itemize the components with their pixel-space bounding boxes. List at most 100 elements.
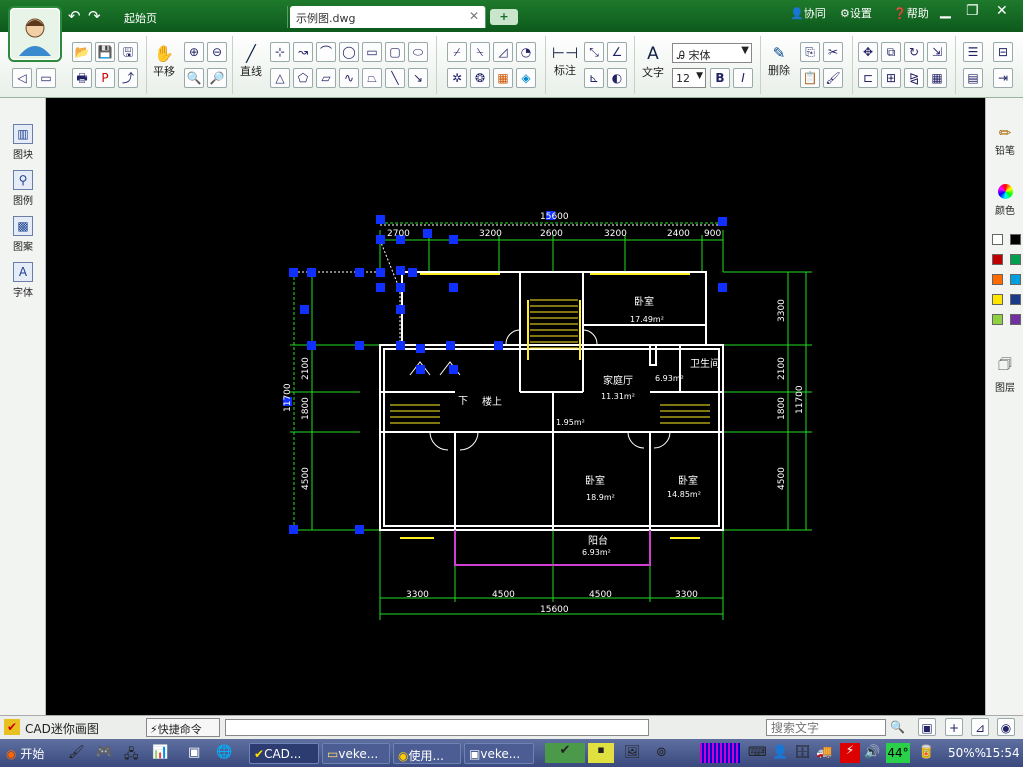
ellipse-icon[interactable]: ⬭ (408, 42, 428, 62)
color-swatch[interactable] (1010, 274, 1021, 285)
brush-app-icon[interactable]: 🖌 (68, 745, 85, 760)
export-icon[interactable]: ⇥ (993, 68, 1013, 88)
brush-icon[interactable]: 🖌 (823, 68, 843, 88)
open-file-icon[interactable]: 📂 (72, 42, 92, 62)
mirror-icon[interactable]: ⧎ (904, 68, 924, 88)
layers-tool[interactable]: 🗇 图层 (990, 354, 1020, 394)
color-tool[interactable]: 颜色 (990, 184, 1020, 217)
parallelogram-icon[interactable]: ▱ (316, 68, 336, 88)
color-swatch[interactable] (992, 314, 1003, 325)
add-icon[interactable]: + (945, 718, 963, 736)
color-swatch[interactable] (1010, 294, 1021, 305)
controller-app-icon[interactable]: 🎮 (96, 745, 112, 760)
tray-person-icon[interactable]: 👤 (772, 745, 788, 760)
italic-button[interactable]: I (733, 68, 753, 88)
selection-grips[interactable] (283, 211, 727, 534)
text-button[interactable]: A 文字 (640, 44, 666, 80)
trapezoid-icon[interactable]: ⏢ (362, 68, 382, 88)
rotate-icon[interactable]: ↻ (904, 42, 924, 62)
tray-truck-icon[interactable]: 🚚 (816, 745, 832, 760)
color-swatch[interactable] (1010, 314, 1021, 325)
line-button[interactable]: ╱ 直线 (238, 44, 264, 79)
polygon-icon[interactable]: ❂ (470, 68, 490, 88)
tray-app-2-icon[interactable]: ▪ (588, 743, 614, 763)
dimension-button[interactable]: ⊢⊣ 标注 (552, 44, 578, 78)
app-avatar[interactable] (8, 6, 62, 62)
rectangle-icon[interactable]: ▭ (362, 42, 382, 62)
table-icon[interactable]: ▤ (963, 68, 983, 88)
tray-power-icon[interactable]: ⚡ (840, 743, 860, 763)
back-nav-icon[interactable]: ◁ (12, 68, 32, 88)
task-cad[interactable]: ✔CAD... (249, 743, 319, 764)
pencil-tool[interactable]: ✏ 铅笔 (990, 124, 1020, 157)
move-icon[interactable]: ✥ (858, 42, 878, 62)
tray-picture-icon[interactable]: 🖼 (624, 745, 641, 760)
angle-icon[interactable]: ⊿ (971, 718, 989, 736)
arc-icon[interactable]: ⌒ (316, 42, 336, 62)
save-as-icon[interactable]: 🖫 (118, 42, 138, 62)
blank-page-icon[interactable]: ▭ (36, 68, 56, 88)
command-input[interactable] (225, 719, 649, 736)
color-swatch[interactable] (992, 274, 1003, 285)
measure-icon[interactable]: ⊟ (993, 42, 1013, 62)
arrow-line-icon[interactable]: ↘ (408, 68, 428, 88)
list-icon[interactable]: ☰ (963, 42, 983, 62)
triangle-icon[interactable]: △ (270, 68, 290, 88)
sidebar-item-pattern[interactable]: ▩ 图案 (6, 216, 40, 253)
quick-command-button[interactable]: ⚡快捷命令 (146, 718, 220, 737)
font-select[interactable]: Ꭿ 宋体 ▼ (672, 43, 752, 63)
zoom-in-icon[interactable]: ⊕ (184, 42, 204, 62)
diagonal-line-icon[interactable]: ╲ (385, 68, 405, 88)
menu-settings[interactable]: ⚙设置 (840, 5, 872, 21)
hatch-icon[interactable]: ▦ (493, 68, 513, 88)
spline-icon[interactable]: ↝ (293, 42, 313, 62)
tab-start[interactable]: 起始页 (118, 6, 288, 28)
new-tab-button[interactable]: + (490, 9, 518, 25)
leader-icon[interactable]: ⊾ (584, 68, 604, 88)
color-swatch[interactable] (992, 254, 1003, 265)
stretch-icon[interactable]: ⇲ (927, 42, 947, 62)
volume-icon[interactable]: 🔊 (864, 745, 880, 760)
zoom-extents-icon[interactable]: 🔎 (207, 68, 227, 88)
grid-array-icon[interactable]: ▦ (927, 68, 947, 88)
fill-icon[interactable]: ◈ (516, 68, 536, 88)
layout-icon[interactable]: ▣ (918, 718, 936, 736)
tray-app-1-icon[interactable]: ✔ (545, 743, 585, 763)
color-swatch[interactable] (992, 294, 1003, 305)
network-app-icon[interactable]: 🖧 (124, 745, 139, 767)
color-swatch[interactable] (1010, 254, 1021, 265)
tray-can-icon[interactable]: 🥫 (918, 745, 934, 760)
trim-icon[interactable]: ⌿ (447, 42, 467, 62)
copy-icon[interactable]: ⎘ (800, 42, 820, 62)
print-icon[interactable]: 🖶 (72, 68, 92, 88)
paste-icon[interactable]: 📋 (800, 68, 820, 88)
restore-icon[interactable]: ❐ (966, 3, 979, 19)
task-browser[interactable]: ◉使用... (393, 743, 461, 764)
start-button[interactable]: ◉ 开始 (2, 742, 60, 764)
close-tab-icon[interactable]: ✕ (469, 9, 479, 23)
fillet-icon[interactable]: ◿ (493, 42, 513, 62)
close-window-icon[interactable]: ✕ (996, 3, 1008, 19)
tray-grid-icon[interactable] (700, 743, 740, 763)
tray-stack-icon[interactable]: 🗄 (794, 745, 811, 760)
redo-icon[interactable]: ↷ (88, 7, 101, 25)
tray-keyboard-icon[interactable]: ⌨ (748, 745, 767, 760)
color-swatch[interactable] (1010, 234, 1021, 245)
rounded-rect-icon[interactable]: ▢ (385, 42, 405, 62)
pan-button[interactable]: ✋ 平移 (151, 44, 177, 79)
delete-button[interactable]: ✎ 删除 (766, 44, 792, 78)
export-pdf-icon[interactable]: P (95, 68, 115, 88)
circle-icon[interactable]: ◯ (339, 42, 359, 62)
minimize-icon[interactable]: ▁ (940, 3, 951, 19)
search-icon[interactable]: 🔍 (890, 720, 905, 734)
sidebar-item-font[interactable]: A 字体 (6, 262, 40, 299)
menu-collab[interactable]: 👤协同 (790, 5, 826, 21)
task-terminal[interactable]: ▣veke... (464, 743, 534, 764)
tab-drawing[interactable]: 示例图.dwg ✕ (290, 6, 486, 28)
chart-app-icon[interactable]: 📊 (152, 745, 168, 760)
terminal-app-icon[interactable]: ▣ (188, 745, 200, 760)
sidebar-item-legend[interactable]: ⚲ 图例 (6, 170, 40, 207)
font-size-select[interactable]: 12 ▼ (672, 68, 706, 88)
globe-icon[interactable]: ◉ (997, 718, 1015, 736)
scale-icon[interactable]: ⧉ (881, 42, 901, 62)
